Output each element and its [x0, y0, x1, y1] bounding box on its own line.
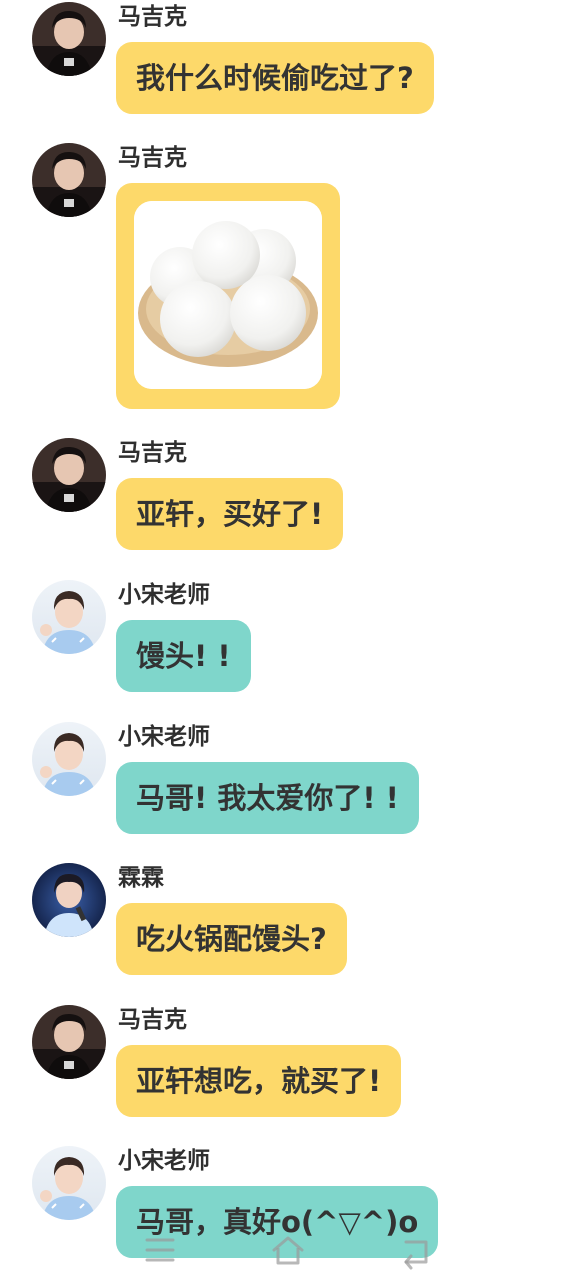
menu-icon[interactable]	[140, 1230, 180, 1270]
sender-name: 小宋老师	[118, 582, 210, 608]
image-bubble[interactable]	[116, 183, 340, 409]
sender-avatar[interactable]	[32, 863, 106, 937]
sender-name: 小宋老师	[118, 1148, 210, 1174]
message-bubble[interactable]: 吃火锅配馒头?	[116, 903, 347, 975]
sender-name: 马吉克	[118, 440, 187, 466]
sender-name: 马吉克	[118, 4, 187, 30]
back-icon[interactable]	[396, 1230, 436, 1270]
home-icon[interactable]	[268, 1230, 308, 1270]
sender-name: 霖霖	[118, 865, 164, 891]
sender-avatar[interactable]	[32, 1005, 106, 1079]
message-bubble[interactable]: 我什么时候偷吃过了?	[116, 42, 434, 114]
message-bubble[interactable]: 亚轩想吃，就买了!	[116, 1045, 402, 1117]
sender-avatar[interactable]	[32, 143, 106, 217]
sender-avatar[interactable]	[32, 1146, 106, 1220]
sender-avatar[interactable]	[32, 438, 106, 512]
sender-avatar[interactable]	[32, 722, 106, 796]
message-bubble[interactable]: 馒头! !	[116, 620, 251, 692]
sender-name: 小宋老师	[118, 724, 210, 750]
sender-avatar[interactable]	[32, 2, 106, 76]
system-nav-bar	[0, 1210, 576, 1280]
steamed-buns-photo[interactable]	[134, 201, 322, 389]
sender-avatar[interactable]	[32, 580, 106, 654]
sender-name: 马吉克	[118, 1007, 187, 1033]
message-bubble[interactable]: 马哥! 我太爱你了! !	[116, 762, 419, 834]
message-bubble[interactable]: 亚轩，买好了!	[116, 478, 344, 550]
sender-name: 马吉克	[118, 145, 187, 171]
